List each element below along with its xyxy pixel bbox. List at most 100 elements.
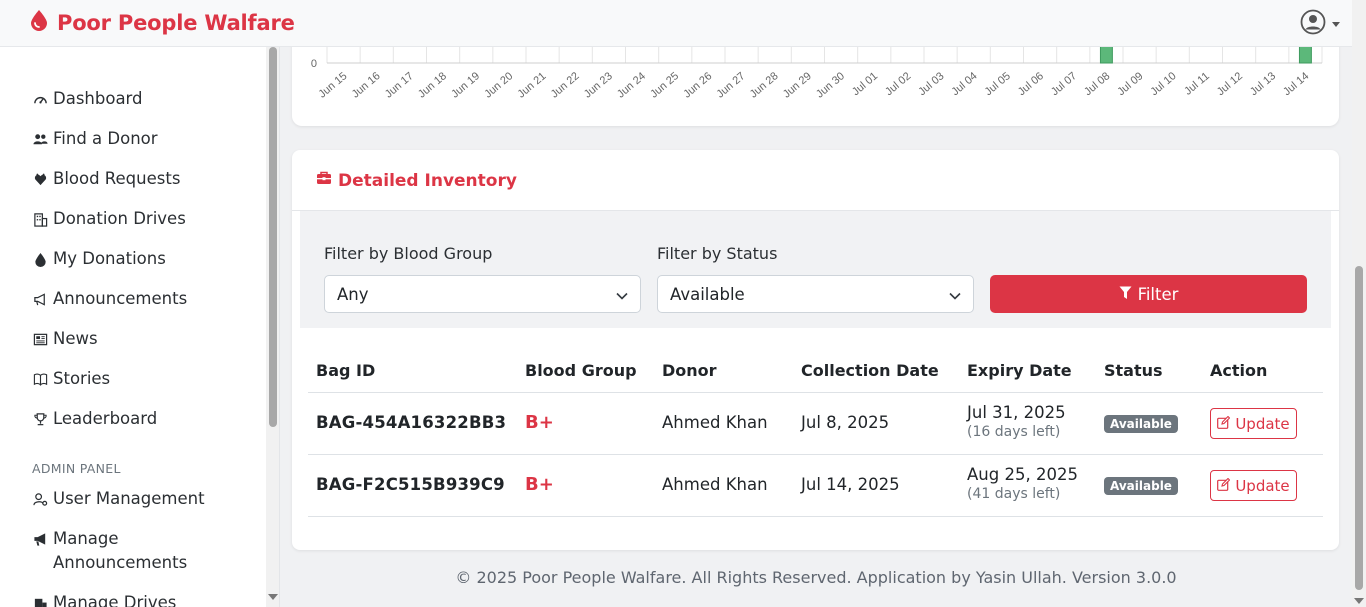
sidebar-item-manage-drives[interactable]: Manage Drives (32, 591, 176, 607)
expiry-date-cell: Aug 25, 2025 (41 days left) (967, 465, 1078, 502)
expiry-date-value: Jul 31, 2025 (967, 403, 1066, 422)
sidebar-item-news[interactable]: News (32, 327, 98, 351)
megaphone-solid-icon (32, 527, 48, 551)
bag-id-cell: BAG-454A16322BB3 (316, 413, 507, 432)
sidebar-item-label: Find a Donor (53, 129, 158, 148)
x-tick-label: Jun 30 (814, 70, 847, 100)
x-tick-label: Jul 12 (1215, 70, 1245, 98)
sidebar-item-label: Manage Announcements (53, 529, 188, 572)
blood-group-select[interactable]: Any (324, 275, 641, 313)
x-tick-label: Jul 09 (1115, 70, 1145, 98)
status-badge: Available (1104, 415, 1178, 433)
page-scrollbar-thumb[interactable] (1355, 266, 1363, 590)
filter-panel: Filter by Blood Group Any Filter by Stat… (300, 211, 1331, 328)
edit-icon (1217, 415, 1231, 433)
status-badge: Available (1104, 477, 1178, 495)
book-icon (32, 367, 48, 391)
x-tick-label: Jun 15 (316, 70, 349, 100)
blood-group-filter-label: Filter by Blood Group (324, 244, 493, 263)
donor-cell: Ahmed Khan (662, 413, 768, 432)
hand-holding-heart-icon (32, 167, 48, 191)
x-tick-label: Jun 18 (416, 70, 449, 100)
sidebar-item-donation-drives[interactable]: Donation Drives (32, 207, 186, 231)
column-header-blood-group: Blood Group (525, 361, 637, 380)
megaphone-icon (32, 287, 48, 311)
sidebar-item-stories[interactable]: Stories (32, 367, 110, 391)
x-tick-label: Jul 07 (1049, 70, 1079, 98)
bag-id-cell: BAG-F2C515B939C9 (316, 475, 505, 494)
y-tick-label: 0 (311, 58, 317, 70)
status-select-value: Available (670, 284, 745, 304)
toolbox-icon (316, 170, 332, 191)
sidebar-item-announcements[interactable]: Announcements (32, 287, 187, 311)
column-header-expiry-date: Expiry Date (967, 361, 1072, 380)
x-tick-label: Jun 25 (648, 70, 681, 100)
newspaper-icon (32, 327, 48, 351)
trophy-icon (32, 407, 48, 431)
chevron-down-icon (616, 285, 628, 304)
page-scroll-down-arrow[interactable] (1354, 598, 1364, 604)
status-select[interactable]: Available (657, 275, 974, 313)
user-circle-icon (1300, 9, 1326, 39)
update-button[interactable]: Update (1210, 470, 1297, 501)
table-row: BAG-454A16322BB3 B+ Ahmed Khan Jul 8, 20… (308, 393, 1323, 455)
brand-link[interactable]: Poor People Walfare (29, 9, 295, 36)
speedometer-icon (32, 87, 48, 111)
sidebar-item-label: Announcements (53, 289, 188, 308)
x-tick-label: Jul 11 (1182, 70, 1212, 98)
sidebar-item-my-donations[interactable]: My Donations (32, 247, 166, 271)
blood-drop-icon (29, 9, 49, 36)
x-tick-label: Jul 05 (983, 70, 1013, 98)
chevron-down-icon (1332, 21, 1340, 27)
update-button[interactable]: Update (1210, 408, 1297, 439)
sidebar-item-label: Blood Requests (53, 169, 181, 188)
blood-group-cell: B+ (525, 412, 554, 433)
column-header-status: Status (1104, 361, 1163, 380)
x-tick-label: Jul 06 (1016, 70, 1046, 98)
update-button-label: Update (1235, 476, 1290, 495)
x-tick-label: Jun 19 (449, 70, 482, 100)
x-tick-label: Jul 13 (1248, 70, 1278, 98)
blood-group-select-value: Any (337, 284, 369, 304)
update-button-label: Update (1235, 414, 1290, 433)
x-tick-label: Jul 01 (850, 70, 880, 98)
sidebar-scroll-down-arrow[interactable] (268, 594, 278, 600)
status-filter-label: Filter by Status (657, 244, 778, 263)
column-header-bag-id: Bag ID (316, 361, 376, 380)
sidebar-item-user-management[interactable]: User Management (32, 487, 205, 511)
top-navbar: Poor People Walfare (0, 0, 1352, 47)
sidebar-item-dashboard[interactable]: Dashboard (32, 87, 143, 111)
x-tick-label: Jun 28 (748, 70, 781, 100)
sidebar-item-label: News (53, 329, 98, 348)
table-row: BAG-F2C515B939C9 B+ Ahmed Khan Jul 14, 2… (308, 455, 1323, 517)
main-content: 0 Jun 15 Jun 16 Jun 17 Jun 18 Jun 19 Jun 20 Jun… (280, 0, 1352, 607)
user-menu-toggle[interactable] (1300, 9, 1340, 39)
column-header-collection-date: Collection Date (801, 361, 939, 380)
building-solid-icon (32, 591, 48, 607)
days-left-text: (41 days left) (967, 486, 1061, 502)
sidebar-item-label: Dashboard (53, 89, 143, 108)
x-tick-label: Jul 04 (949, 70, 979, 98)
sidebar-item-blood-requests[interactable]: Blood Requests (32, 167, 180, 191)
days-left-text: (16 days left) (967, 424, 1061, 440)
column-header-action: Action (1210, 361, 1268, 380)
column-header-donor: Donor (662, 361, 717, 380)
sidebar-item-find-donor[interactable]: Find a Donor (32, 127, 158, 151)
expiry-date-cell: Jul 31, 2025 (16 days left) (967, 403, 1066, 440)
x-tick-label: Jul 14 (1281, 70, 1311, 98)
sidebar-item-label: Leaderboard (53, 409, 158, 428)
blood-group-cell: B+ (525, 474, 554, 495)
admin-panel-heading: ADMIN PANEL (32, 461, 121, 476)
x-tick-label: Jun 16 (350, 70, 383, 100)
sidebar-scrollbar-thumb[interactable] (269, 47, 277, 427)
x-tick-label: Jun 20 (482, 70, 515, 100)
sidebar-item-manage-announcements[interactable]: Manage Announcements (32, 527, 232, 575)
x-tick-label: Jul 10 (1148, 70, 1178, 98)
filter-button[interactable]: Filter (990, 275, 1307, 313)
sidebar-item-leaderboard[interactable]: Leaderboard (32, 407, 157, 431)
inventory-title-text: Detailed Inventory (338, 170, 517, 191)
droplet-icon (32, 247, 48, 271)
collection-date-cell: Jul 8, 2025 (801, 413, 890, 432)
x-tick-label: Jul 03 (916, 70, 946, 98)
sidebar-item-label: Donation Drives (53, 209, 186, 228)
